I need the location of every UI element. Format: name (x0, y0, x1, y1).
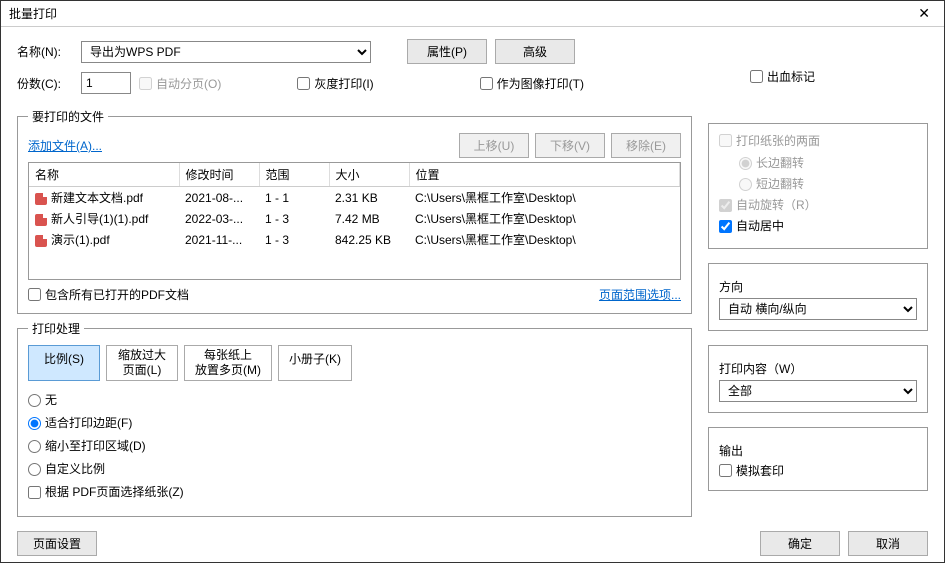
ok-button[interactable]: 确定 (760, 531, 840, 556)
both-sides-checkbox: 打印纸张的两面 (719, 132, 820, 149)
output-group: 输出 模拟套印 (708, 427, 928, 491)
files-group-title: 要打印的文件 (28, 108, 108, 125)
print-as-image-checkbox[interactable]: 作为图像打印(T) (480, 75, 584, 92)
handling-group: 打印处理 比例(S) 缩放过大页面(L) 每张纸上放置多页(M) 小册子(K) … (17, 320, 692, 517)
tab-zoom-large[interactable]: 缩放过大页面(L) (106, 345, 178, 381)
pdf-icon (35, 214, 47, 226)
titlebar: 批量打印 ✕ (1, 1, 944, 27)
add-files-link[interactable]: 添加文件(A)... (28, 137, 102, 154)
orientation-group: 方向 自动 横向/纵向 (708, 263, 928, 331)
duplex-group: 打印纸张的两面 长边翻转 短边翻转 自动旋转（R） 自动居中 (708, 123, 928, 249)
move-up-button[interactable]: 上移(U) (459, 133, 529, 158)
radio-none[interactable]: 无 (28, 391, 681, 408)
orientation-select[interactable]: 自动 横向/纵向 (719, 298, 917, 320)
files-group: 要打印的文件 添加文件(A)... 上移(U) 下移(V) 移除(E) 名称 修… (17, 108, 692, 314)
table-row[interactable]: 新人引导(1)(1).pdf2022-03-...1 - 37.42 MBC:\… (29, 208, 680, 229)
pdf-icon (35, 235, 47, 247)
handling-group-title: 打印处理 (28, 320, 84, 337)
paper-by-page-checkbox[interactable]: 根据 PDF页面选择纸张(Z) (28, 483, 681, 500)
remove-button[interactable]: 移除(E) (611, 133, 681, 158)
advanced-button[interactable]: 高级 (495, 39, 575, 64)
orientation-title: 方向 (719, 278, 917, 295)
print-content-group: 打印内容（W） 全部 (708, 345, 928, 413)
tab-booklet[interactable]: 小册子(K) (278, 345, 352, 381)
radio-fit-margins[interactable]: 适合打印边距(F) (28, 414, 681, 431)
simulate-overprint-checkbox[interactable]: 模拟套印 (719, 462, 784, 479)
page-range-options-link[interactable]: 页面范围选项... (599, 286, 681, 303)
bleed-marks-checkbox[interactable]: 出血标记 (750, 68, 815, 85)
col-size[interactable]: 大小 (329, 163, 409, 187)
printer-name-label: 名称(N): (17, 43, 73, 60)
radio-long-edge: 长边翻转 (739, 154, 917, 171)
copies-label: 份数(C): (17, 75, 73, 92)
col-range[interactable]: 范围 (259, 163, 329, 187)
auto-collate-checkbox: 自动分页(O) (139, 75, 221, 92)
files-table[interactable]: 名称 修改时间 范围 大小 位置 新建文本文档.pdf2021-08-...1 … (28, 162, 681, 280)
move-down-button[interactable]: 下移(V) (535, 133, 605, 158)
auto-rotate-checkbox: 自动旋转（R） (719, 196, 917, 213)
tab-multiple-per-sheet[interactable]: 每张纸上放置多页(M) (184, 345, 272, 381)
table-row[interactable]: 新建文本文档.pdf2021-08-...1 - 12.31 KBC:\User… (29, 187, 680, 209)
pdf-icon (35, 193, 47, 205)
tab-scale[interactable]: 比例(S) (28, 345, 100, 381)
col-name[interactable]: 名称 (29, 163, 179, 187)
radio-shrink-area[interactable]: 缩小至打印区域(D) (28, 437, 681, 454)
col-location[interactable]: 位置 (409, 163, 680, 187)
print-content-title: 打印内容（W） (719, 360, 917, 377)
radio-custom[interactable]: 自定义比例 (28, 460, 681, 477)
close-icon[interactable]: ✕ (912, 5, 936, 22)
window-title: 批量打印 (9, 5, 57, 22)
auto-center-checkbox[interactable]: 自动居中 (719, 217, 917, 234)
col-modified[interactable]: 修改时间 (179, 163, 259, 187)
cancel-button[interactable]: 取消 (848, 531, 928, 556)
radio-short-edge: 短边翻转 (739, 175, 917, 192)
include-open-checkbox[interactable]: 包含所有已打开的PDF文档 (28, 286, 189, 303)
copies-input[interactable] (81, 72, 131, 94)
properties-button[interactable]: 属性(P) (407, 39, 487, 64)
page-setup-button[interactable]: 页面设置 (17, 531, 97, 556)
print-content-select[interactable]: 全部 (719, 380, 917, 402)
printer-select[interactable]: 导出为WPS PDF (81, 41, 371, 63)
table-row[interactable]: 演示(1).pdf2021-11-...1 - 3842.25 KBC:\Use… (29, 229, 680, 250)
output-title: 输出 (719, 442, 917, 459)
grayscale-checkbox[interactable]: 灰度打印(I) (297, 75, 373, 92)
